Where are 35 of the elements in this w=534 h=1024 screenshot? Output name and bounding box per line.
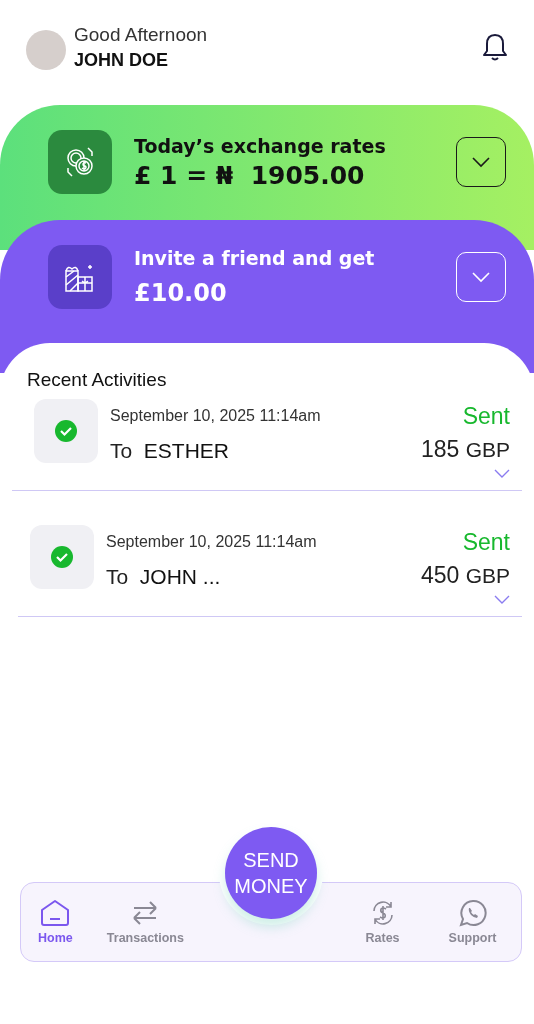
section-title: Recent Activities	[27, 369, 168, 391]
recipient: To JOHN ...	[106, 565, 222, 589]
card-title: Invite a friend and get	[134, 247, 376, 269]
activity-item[interactable]: September 10, 2025 11:14am To JOHN ... Sent 450 GBP	[18, 525, 522, 617]
chevron-down-icon[interactable]	[494, 595, 510, 604]
activity-date: September 10, 2025 11:14am	[110, 407, 322, 425]
nav-item[interactable]: Support	[448, 899, 497, 945]
status-label: Sent	[462, 403, 510, 430]
activity-date: September 10, 2025 11:14am	[106, 533, 318, 551]
chevron-down-icon	[471, 156, 491, 168]
recipient: To ESTHER	[110, 439, 231, 463]
card-title: Today’s exchange rates	[134, 134, 387, 157]
coins-icon	[48, 130, 112, 194]
card-value: £ 1 = ₦ 1905.00	[134, 160, 366, 190]
card-value: £10.00	[134, 279, 228, 307]
nav-item[interactable]: Rates	[365, 899, 400, 945]
activity-item[interactable]: September 10, 2025 11:14am To ESTHER Sent 185 GBP	[12, 399, 522, 491]
amount: 185 GBP	[420, 436, 510, 463]
amount: 450 GBP	[420, 562, 510, 589]
nav-item[interactable]: Home	[38, 899, 73, 945]
arrows-icon	[131, 899, 160, 927]
success-icon	[34, 399, 98, 463]
success-icon	[30, 525, 94, 589]
chevron-down-icon[interactable]	[494, 469, 510, 478]
chevron-down-icon	[471, 271, 491, 283]
home-icon	[39, 899, 72, 927]
greeting: Good Afternoon	[74, 23, 209, 46]
expand-button[interactable]	[456, 137, 506, 187]
nav-item[interactable]: Transactions	[106, 899, 184, 945]
user-name: JOHN DOE	[74, 49, 170, 71]
status-label: Sent	[462, 529, 510, 556]
gift-icon	[48, 245, 112, 309]
notification-icon[interactable]	[482, 32, 508, 62]
avatar	[26, 30, 66, 70]
chat-phone-icon	[458, 899, 487, 927]
